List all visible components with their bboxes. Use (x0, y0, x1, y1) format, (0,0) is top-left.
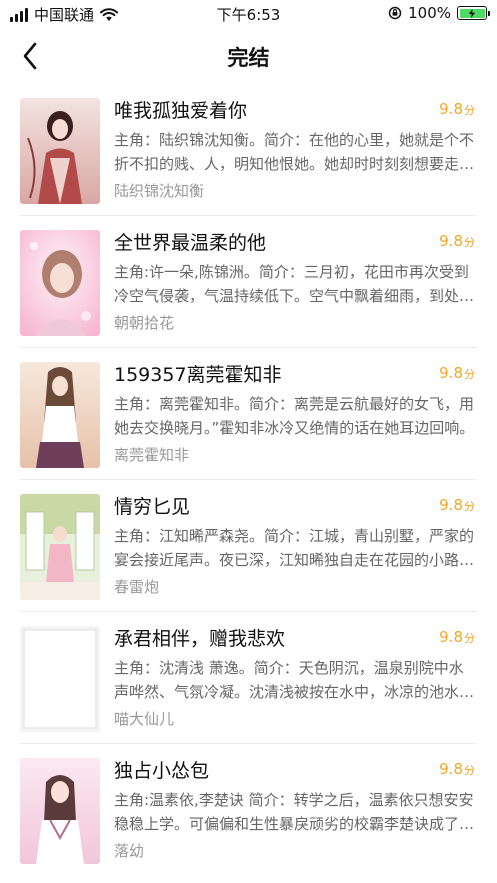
book-title: 承君相伴，赠我悲欢 (114, 628, 286, 650)
book-description: 主角：离莞霍知非。简介：离莞是云航最好的女飞，用她去交换晓月。”霍知非冰冷又绝情… (114, 395, 475, 437)
orientation-lock-icon (388, 6, 402, 20)
book-description: 主角:许一朵,陈锦洲。简介：三月初，花田市再次受到冷空气侵袭，气温持续低下。空气… (114, 263, 475, 305)
score-value: 9.8 (439, 496, 463, 514)
book-score: 9.8分 (439, 628, 475, 646)
book-description: 主角：江知晞严森尧。简介：江城，青山别墅，严家的宴会接近尾声。夜已深，江知晞独自… (114, 527, 475, 569)
book-score: 9.8分 (439, 496, 475, 514)
book-description: 主角:温素依,李楚诀 简介：转学之后，温素依只想安安稳稳上学。可偏偏和生性暴戾顽… (114, 791, 475, 833)
score-unit: 分 (464, 500, 475, 513)
score-unit: 分 (464, 368, 475, 381)
score-value: 9.8 (439, 628, 463, 646)
book-item[interactable]: 159357离莞霍知非 9.8分 主角：离莞霍知非。简介：离莞是云航最好的女飞，… (20, 348, 477, 480)
book-title: 唯我孤独爱着你 (114, 100, 248, 122)
book-cover (20, 626, 100, 732)
score-unit: 分 (464, 104, 475, 117)
book-description: 主角：沈清浅 萧逸。简介：天色阴沉，温泉别院中水声哗然、气氛冷凝。沈清浅被按在水… (114, 659, 475, 701)
book-author: 朝朝拾花 (114, 314, 175, 332)
score-unit: 分 (464, 236, 475, 249)
book-cover (20, 230, 100, 336)
nav-bar: 完结 (0, 28, 497, 84)
charging-bolt-icon (468, 8, 476, 18)
book-cover (20, 362, 100, 468)
book-description: 主角：陆织锦沈知衡。简介：在他的心里，她就是个不折不扣的贱、人，明知他恨她。她却… (114, 131, 475, 173)
score-unit: 分 (464, 764, 475, 777)
book-cover (20, 758, 100, 864)
book-author: 陆织锦沈知衡 (114, 182, 205, 200)
score-value: 9.8 (439, 364, 463, 382)
book-title: 独占小怂包 (114, 760, 210, 782)
book-author: 离莞霍知非 (114, 446, 190, 464)
battery-icon (457, 6, 490, 20)
book-title: 情穷匕见 (114, 496, 191, 518)
book-score: 9.8分 (439, 364, 475, 382)
book-title: 159357离莞霍知非 (114, 364, 282, 386)
book-author: 喵大仙儿 (114, 710, 175, 728)
status-bar: 中国联通 下午6:53 100% (0, 0, 497, 28)
book-author: 春雷炮 (114, 578, 160, 596)
book-score: 9.8分 (439, 232, 475, 250)
score-value: 9.8 (439, 100, 463, 118)
book-item[interactable]: 独占小怂包 9.8分 主角:温素依,李楚诀 简介：转学之后，温素依只想安安稳稳上… (20, 744, 477, 876)
book-title: 全世界最温柔的他 (114, 232, 267, 254)
page-title: 完结 (227, 45, 270, 70)
book-item[interactable]: 全世界最温柔的他 9.8分 主角:许一朵,陈锦洲。简介：三月初，花田市再次受到冷… (20, 216, 477, 348)
book-score: 9.8分 (439, 100, 475, 118)
book-item[interactable]: 承君相伴，赠我悲欢 9.8分 主角：沈清浅 萧逸。简介：天色阴沉，温泉别院中水声… (20, 612, 477, 744)
book-list: 唯我孤独爱着你 9.8分 主角：陆织锦沈知衡。简介：在他的心里，她就是个不折不扣… (0, 84, 497, 876)
score-unit: 分 (464, 632, 475, 645)
book-cover (20, 98, 100, 204)
book-score: 9.8分 (439, 760, 475, 778)
book-item[interactable]: 唯我孤独爱着你 9.8分 主角：陆织锦沈知衡。简介：在他的心里，她就是个不折不扣… (20, 84, 477, 216)
score-value: 9.8 (439, 760, 463, 778)
book-item[interactable]: 情穷匕见 9.8分 主角：江知晞严森尧。简介：江城，青山别墅，严家的宴会接近尾声… (20, 480, 477, 612)
status-right: 100% (388, 4, 490, 22)
book-author: 落幼 (114, 842, 145, 860)
battery-percent: 100% (408, 4, 451, 22)
book-cover (20, 494, 100, 600)
score-value: 9.8 (439, 232, 463, 250)
